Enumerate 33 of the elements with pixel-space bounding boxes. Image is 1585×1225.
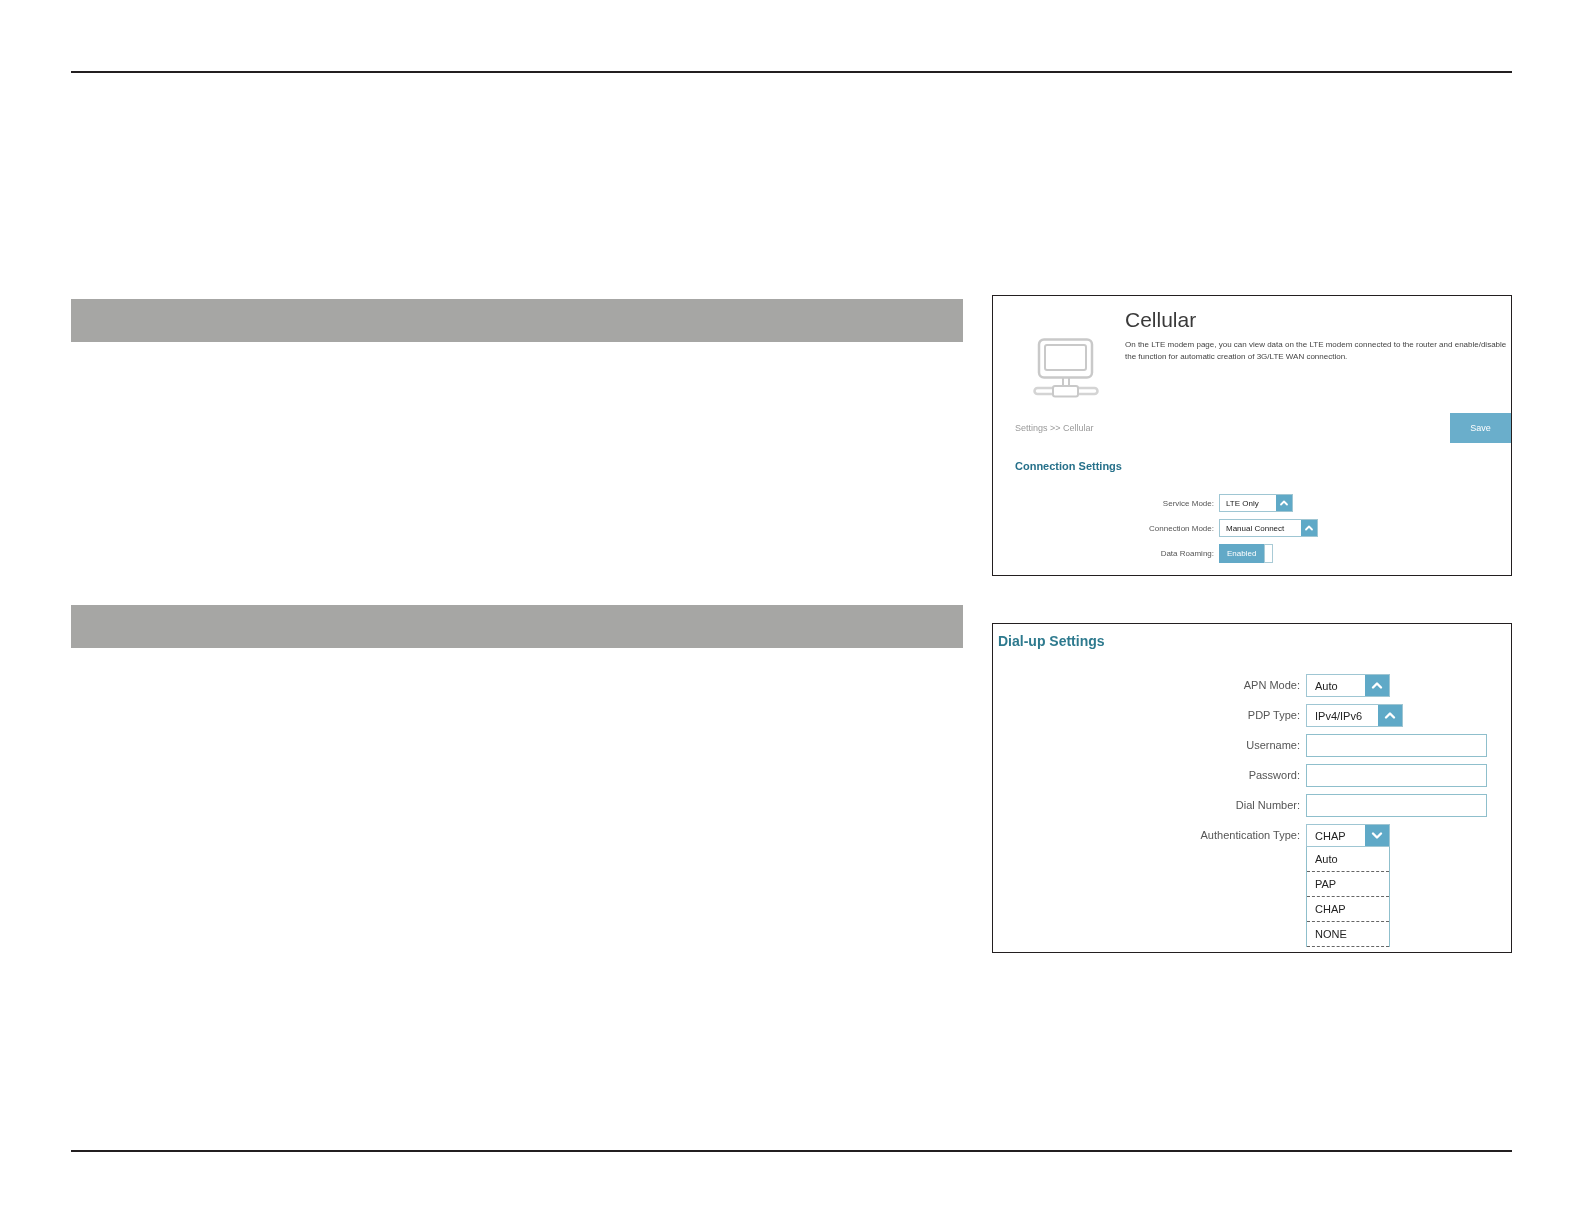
breadcrumb: Settings >> Cellular [1014, 423, 1094, 433]
field-label: Username: [1246, 738, 1300, 753]
dropdown[interactable]: IPv4/IPv6 [1306, 704, 1404, 727]
text-field[interactable] [1306, 764, 1487, 787]
field-label: Data Roaming: [1160, 549, 1214, 558]
field-label: PDP Type: [1247, 708, 1300, 723]
chevron-down-icon [1365, 825, 1389, 846]
field-label: Connection Mode: [1149, 523, 1214, 533]
text-field[interactable] [1306, 794, 1487, 817]
dropdown[interactable]: Manual Connect [1219, 519, 1319, 537]
page-description: On the LTE modem page, you can view data on the LTE modem connected to the router and enable/disable the function for automatic creation of 3G/LTE WAN connection. [1125, 339, 1508, 363]
dropdown[interactable]: Auto [1306, 674, 1390, 697]
field-label: Dial Number: [1235, 798, 1300, 813]
dropdown-option[interactable]: PAP [1307, 872, 1389, 897]
field-label: Password: [1248, 768, 1300, 783]
page-title: Cellular [1125, 307, 1198, 332]
dropdown[interactable]: LTE Only [1219, 494, 1293, 512]
chevron-up-icon [1365, 675, 1389, 696]
dropdown[interactable]: CHAP [1306, 824, 1390, 847]
text-field[interactable] [1306, 734, 1487, 757]
chevron-up-icon [1275, 495, 1292, 511]
toggle-handle[interactable] [1264, 544, 1274, 563]
section-title: Connection Settings [1015, 460, 1123, 473]
field-label: Service Mode: [1162, 498, 1214, 508]
section-title: Dial-up Settings [998, 633, 1106, 650]
dropdown-option[interactable]: NONE [1307, 922, 1389, 947]
chevron-up-icon [1301, 520, 1318, 536]
dropdown-option[interactable]: CHAP [1307, 897, 1389, 922]
monitor-network-icon [1033, 338, 1099, 398]
field-label: APN Mode: [1243, 678, 1300, 693]
field-label: Authentication Type: [1200, 828, 1300, 843]
dropdown-option[interactable]: Auto [1307, 847, 1389, 872]
chevron-up-icon [1378, 705, 1403, 726]
